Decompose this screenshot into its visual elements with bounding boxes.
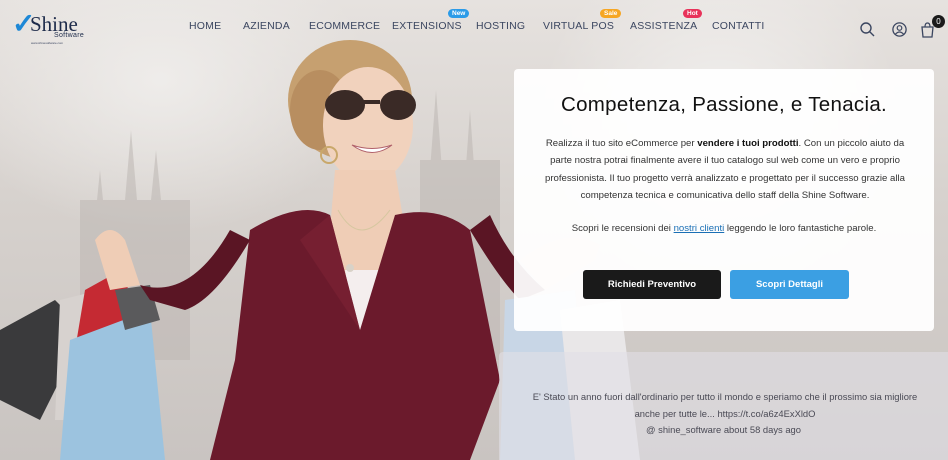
hero-title: Competenza, Passione, e Tenacia. [560, 93, 888, 116]
nostri-clienti-link[interactable]: nostri clienti [674, 223, 725, 234]
brand-logo[interactable]: ✓ Shine Software www.shinesoftware.com [12, 10, 85, 45]
nav-item-ecommerce[interactable]: ECOMMERCE [309, 20, 380, 32]
cart-count-badge: 0 [932, 15, 945, 28]
nav-item-home[interactable]: HOME [189, 20, 221, 32]
badge-new: New [448, 9, 470, 18]
twitter-feed-card: E' Stato un anno fuori dall'ordinario pe… [499, 352, 948, 460]
nav-item-assistenza[interactable]: ASSISTENZA [630, 20, 697, 32]
tweet-time: about 58 days ago [723, 424, 801, 435]
richiedi-preventivo-button[interactable]: Richiedi Preventivo [583, 270, 721, 299]
logo-tagline: www.shinesoftware.com [31, 41, 64, 44]
nav-item-virtual-pos[interactable]: VIRTUAL POS [543, 20, 614, 32]
hero-description-start: Realizza il tuo sito eCommerce per [545, 138, 698, 149]
tweet-handle[interactable]: @ shine_software [646, 424, 721, 435]
nav-item-azienda[interactable]: AZIENDA [243, 20, 290, 32]
badge-sale: Sale [600, 9, 622, 18]
badge-hot: Hot [683, 9, 702, 18]
hero-reviews-line: Scopri le recensioni dei nostri clienti … [514, 223, 934, 234]
hero-description-bold: vendere i tuoi prodotti [697, 138, 799, 149]
nav-item-contatti[interactable]: CONTATTI [712, 20, 765, 32]
nav-item-hosting[interactable]: HOSTING [476, 20, 525, 32]
tweet-text: E' Stato un anno fuori dall'ordinario pe… [532, 391, 918, 419]
hero-content-card: Competenza, Passione, e Tenacia. Realizz… [514, 69, 934, 331]
site-header: ✓ Shine Software www.shinesoftware.com H… [0, 0, 948, 56]
user-icon[interactable] [892, 22, 907, 37]
reviews-text-end: leggendo le loro fantastiche parole. [724, 223, 877, 234]
hero-description: Realizza il tuo sito eCommerce per vende… [542, 135, 908, 205]
tweet-meta: @ shine_software about 58 days ago [499, 424, 948, 435]
scopri-dettagli-button[interactable]: Scopri Dettagli [730, 270, 849, 299]
search-icon[interactable] [860, 22, 875, 37]
nav-item-extensions[interactable]: EXTENSIONS [392, 20, 462, 32]
reviews-text-start: Scopri le recensioni dei [571, 223, 674, 234]
logo-subname: Software [54, 32, 85, 39]
